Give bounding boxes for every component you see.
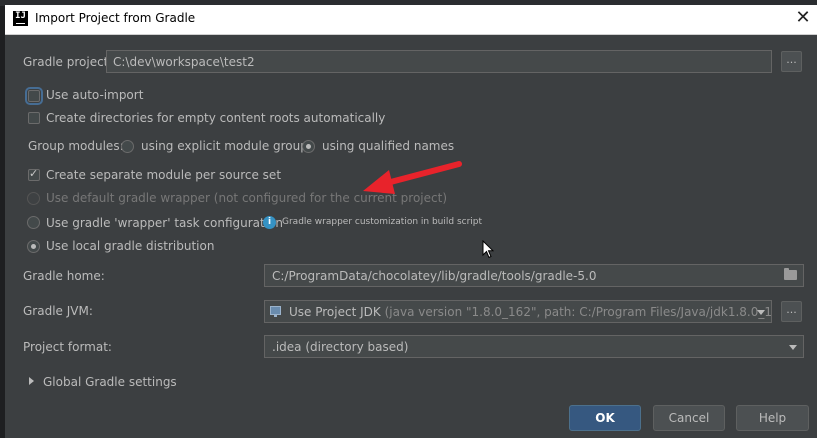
gradle-jvm-value: Use Project JDK: [289, 305, 381, 319]
mouse-cursor-icon: [482, 240, 494, 259]
gradle-jvm-detail: (java version "1.8.0_162", path: C:/Prog…: [384, 305, 772, 319]
close-icon[interactable]: ✕: [793, 8, 813, 28]
local-distribution-label: Use local gradle distribution: [46, 239, 215, 253]
expand-arrow-icon[interactable]: [29, 377, 34, 385]
gradle-project-label: Gradle project:: [23, 55, 113, 69]
auto-import-label: Use auto-import: [46, 88, 144, 102]
chevron-down-icon: [789, 345, 797, 350]
jdk-icon: [270, 306, 281, 317]
browse-project-button[interactable]: ...: [781, 51, 802, 72]
group-explicit-radio[interactable]: [121, 140, 134, 153]
project-format-value: .idea (directory based): [272, 340, 409, 354]
create-dirs-checkbox[interactable]: [28, 112, 40, 124]
chevron-down-icon: [757, 310, 765, 315]
global-settings-toggle[interactable]: Global Gradle settings: [43, 375, 177, 389]
group-qualified-label: using qualified names: [322, 139, 455, 153]
separate-module-checkbox[interactable]: [28, 167, 40, 181]
default-wrapper-radio[interactable]: [27, 192, 40, 205]
separate-module-label: Create separate module per source set: [46, 168, 282, 182]
wrapper-task-label: Use gradle 'wrapper' task configuration: [46, 216, 284, 230]
intellij-app-icon: IJ: [13, 11, 28, 26]
browse-jvm-button[interactable]: ...: [781, 301, 802, 322]
gradle-home-value: C:/ProgramData/chocolatey/lib/gradle/too…: [272, 269, 597, 283]
auto-import-checkbox[interactable]: [25, 87, 43, 105]
dialog-title: Import Project from Gradle: [35, 11, 196, 25]
wrapper-task-radio[interactable]: [27, 216, 40, 229]
group-explicit-label: using explicit module groups: [141, 139, 315, 153]
local-distribution-radio[interactable]: [27, 240, 40, 253]
import-dialog: IJ Import Project from Gradle ✕ Gradle p…: [5, 5, 817, 438]
gradle-home-input[interactable]: C:/ProgramData/chocolatey/lib/gradle/too…: [264, 264, 804, 287]
gradle-home-label: Gradle home:: [23, 269, 105, 283]
gradle-jvm-combo[interactable]: Use Project JDK (java version "1.8.0_162…: [264, 300, 772, 323]
info-icon: i: [263, 216, 276, 229]
project-format-label: Project format:: [23, 340, 112, 354]
gradle-project-value: C:\dev\workspace\test2: [113, 55, 255, 69]
group-modules-label: Group modules:: [28, 139, 124, 153]
annotation-arrow-icon: [363, 161, 462, 194]
gradle-project-input[interactable]: C:\dev\workspace\test2: [106, 50, 772, 73]
gradle-jvm-label: Gradle JVM:: [23, 304, 93, 318]
ok-button[interactable]: OK: [569, 405, 641, 431]
cancel-button[interactable]: Cancel: [653, 405, 725, 431]
group-qualified-radio[interactable]: [302, 140, 315, 153]
help-button[interactable]: Help: [736, 405, 809, 431]
wrapper-hint: Gradle wrapper customization in build sc…: [282, 217, 483, 227]
create-dirs-label: Create directories for empty content roo…: [46, 111, 386, 125]
folder-icon[interactable]: [784, 268, 797, 280]
title-bar: IJ Import Project from Gradle ✕: [5, 5, 817, 35]
project-format-combo[interactable]: .idea (directory based): [264, 335, 804, 358]
